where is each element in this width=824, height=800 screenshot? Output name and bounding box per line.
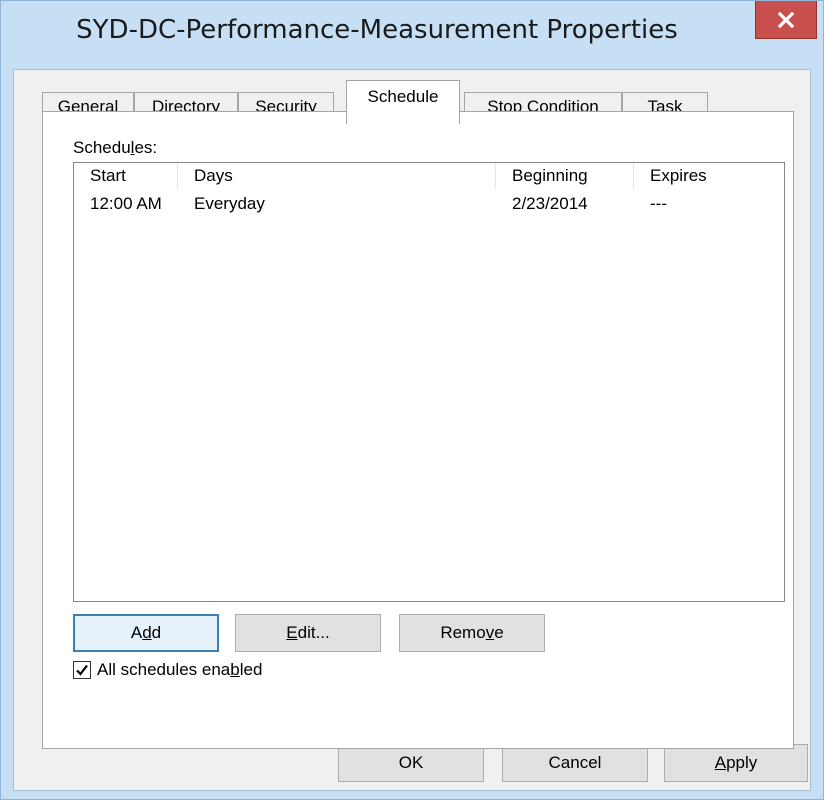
- remove-button[interactable]: Remove: [399, 614, 545, 652]
- checkmark-icon: [76, 664, 88, 676]
- schedules-list[interactable]: Start Days Beginning Expires 12:00 AM Ev…: [73, 162, 785, 602]
- all-schedules-enabled-checkbox[interactable]: [73, 661, 91, 679]
- cell-expires: ---: [650, 194, 667, 213]
- column-header-start[interactable]: Start: [74, 163, 178, 189]
- dialog-client-area: General Directory Security Schedule Stop…: [13, 69, 811, 791]
- tab-schedule[interactable]: Schedule: [346, 80, 460, 124]
- tab-label: Schedule: [367, 87, 439, 106]
- schedule-tab-panel: Schedules: Start Days Beginning Expires …: [42, 111, 794, 749]
- close-button[interactable]: [755, 1, 817, 39]
- column-header-days[interactable]: Days: [178, 163, 496, 189]
- all-schedules-enabled-option[interactable]: All schedules enabled: [73, 658, 262, 682]
- ok-button[interactable]: OK: [338, 744, 484, 782]
- apply-button[interactable]: Apply: [664, 744, 808, 782]
- cancel-button[interactable]: Cancel: [502, 744, 648, 782]
- schedules-label: Schedules:: [73, 138, 158, 157]
- cell-start: 12:00 AM: [90, 194, 162, 213]
- list-item[interactable]: 12:00 AM Everyday 2/23/2014 ---: [74, 191, 784, 217]
- cell-beginning: 2/23/2014: [512, 194, 588, 213]
- list-header: Start Days Beginning Expires: [74, 163, 784, 189]
- properties-dialog: SYD-DC-Performance-Measurement Propertie…: [0, 0, 824, 800]
- close-icon: [777, 11, 795, 28]
- column-header-expires[interactable]: Expires: [634, 163, 782, 189]
- all-schedules-enabled-label: All schedules enabled: [97, 660, 263, 679]
- window-title: SYD-DC-Performance-Measurement Propertie…: [76, 15, 678, 45]
- cell-days: Everyday: [194, 194, 265, 213]
- edit-button[interactable]: Edit...: [235, 614, 381, 652]
- column-header-beginning[interactable]: Beginning: [496, 163, 634, 189]
- title-bar[interactable]: SYD-DC-Performance-Measurement Propertie…: [1, 1, 823, 69]
- add-button[interactable]: Add: [73, 614, 219, 652]
